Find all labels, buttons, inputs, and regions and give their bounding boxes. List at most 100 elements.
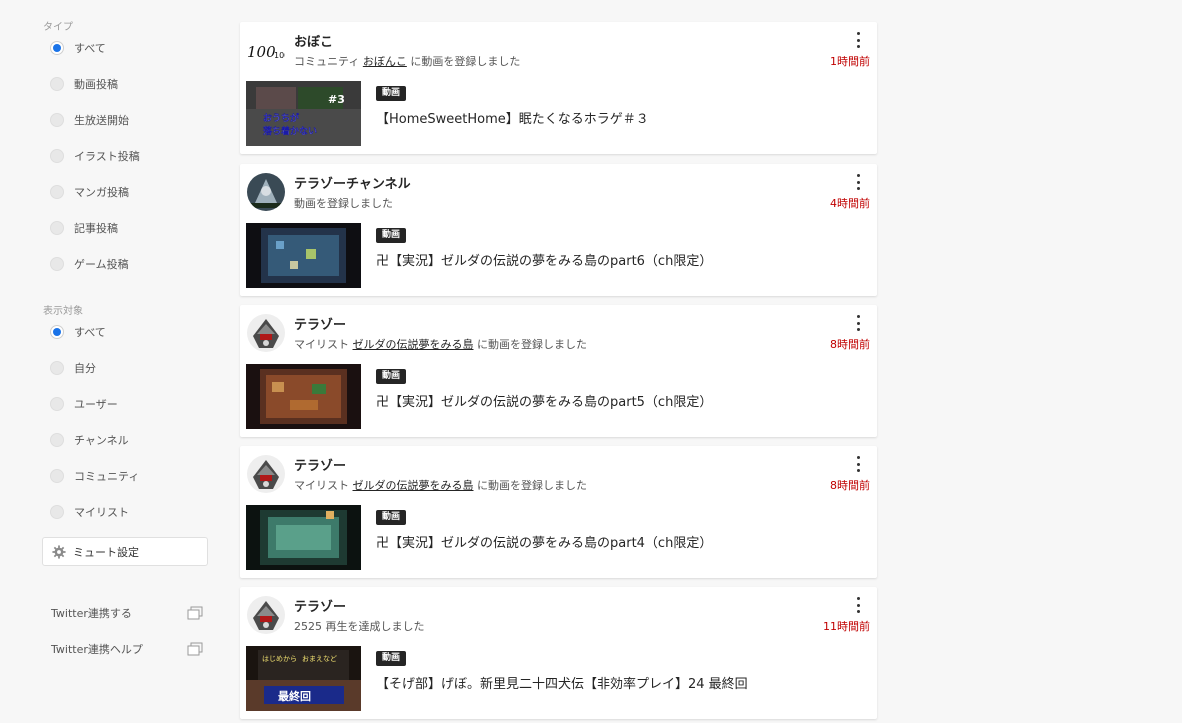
target-option-self[interactable]: 自分: [50, 356, 96, 380]
video-title[interactable]: 卍【実況】ゼルダの伝説の夢をみる島のpart4（ch限定）: [376, 532, 712, 551]
type-option-game[interactable]: ゲーム投稿: [50, 252, 129, 276]
radio-icon[interactable]: [50, 361, 64, 375]
feed-item: テラゾーチャンネル 動画を登録しました 4時間前 動画 卍【実況】ゼルダの伝説の…: [240, 164, 877, 296]
radio-icon[interactable]: [50, 433, 64, 447]
filter-sidebar: タイプ すべて 動画投稿 生放送開始 イラスト投稿 マンガ投稿 記事投稿 ゲーム…: [0, 0, 220, 723]
more-menu-icon[interactable]: [851, 174, 865, 190]
radio-icon[interactable]: [50, 505, 64, 519]
community-link[interactable]: おぼんこ: [363, 55, 407, 68]
radio-icon[interactable]: [50, 221, 64, 235]
radio-label: コミュニティ: [74, 470, 140, 483]
video-thumbnail[interactable]: [246, 505, 361, 570]
mylist-link[interactable]: ゼルダの伝説夢をみる島: [353, 338, 474, 351]
radio-label: すべて: [74, 326, 106, 339]
video-thumbnail[interactable]: [246, 223, 361, 288]
user-avatar-icon: [247, 314, 285, 352]
mute-settings-button[interactable]: ミュート設定: [42, 537, 208, 566]
avatar[interactable]: [247, 596, 285, 634]
activity-text: 動画を登録しました: [294, 195, 393, 211]
radio-icon[interactable]: [50, 113, 64, 127]
target-option-user[interactable]: ユーザー: [50, 392, 118, 416]
video-badge: 動画: [376, 86, 407, 101]
author-name[interactable]: テラゾー: [294, 455, 346, 474]
timestamp: 1時間前: [830, 55, 870, 68]
twitter-help-link[interactable]: Twitter連携ヘルプ: [51, 639, 203, 659]
more-menu-icon[interactable]: [851, 456, 865, 472]
video-badge: 動画: [376, 228, 407, 243]
type-option-live[interactable]: 生放送開始: [50, 108, 129, 132]
more-menu-icon[interactable]: [851, 597, 865, 613]
activity-text: マイリスト ゼルダの伝説夢をみる島 に動画を登録しました: [294, 477, 587, 493]
target-option-community[interactable]: コミュニティ: [50, 464, 139, 488]
timestamp: 8時間前: [830, 338, 870, 351]
video-title[interactable]: 【そげ部】げぼ。新里見二十四犬伝【非効率プレイ】24 最終回: [376, 673, 748, 692]
twitter-connect-link[interactable]: Twitter連携する: [51, 603, 203, 623]
video-thumbnail[interactable]: おうちが 落ち着かない #3: [246, 81, 361, 146]
radio-label: ゲーム投稿: [74, 258, 129, 271]
target-option-all[interactable]: すべて: [50, 320, 106, 344]
radio-label: 自分: [74, 362, 96, 375]
video-badge: 動画: [376, 651, 407, 666]
radio-icon[interactable]: [50, 469, 64, 483]
radio-label: チャンネル: [74, 434, 129, 447]
activity-suffix: 2525 再生を達成しました: [294, 620, 425, 633]
mute-settings-label: ミュート設定: [73, 545, 139, 559]
gear-icon: [52, 544, 66, 559]
author-name[interactable]: テラゾー: [294, 596, 346, 615]
svg-text:#3: #3: [328, 93, 345, 106]
radio-label: 生放送開始: [74, 114, 129, 127]
type-option-all[interactable]: すべて: [50, 36, 106, 60]
radio-icon[interactable]: [50, 149, 64, 163]
radio-icon[interactable]: [50, 185, 64, 199]
radio-icon[interactable]: [50, 257, 64, 271]
type-option-manga[interactable]: マンガ投稿: [50, 180, 129, 204]
author-name[interactable]: テラゾー: [294, 314, 346, 333]
radio-label: ユーザー: [74, 398, 118, 411]
mylist-link[interactable]: ゼルダの伝説夢をみる島: [353, 479, 474, 492]
target-option-mylist[interactable]: マイリスト: [50, 500, 129, 524]
radio-label: 動画投稿: [74, 78, 118, 91]
type-option-article[interactable]: 記事投稿: [50, 216, 118, 240]
radio-icon[interactable]: [50, 397, 64, 411]
activity-prefix: マイリスト: [294, 338, 349, 351]
video-thumbnail[interactable]: はじめから おまえなど 最終回: [246, 646, 361, 711]
activity-suffix: に動画を登録しました: [477, 479, 587, 492]
radio-checked-icon[interactable]: [50, 41, 64, 55]
radio-label: イラスト投稿: [74, 150, 140, 163]
activity-prefix: コミュニティ: [294, 55, 360, 68]
svg-text:最終回: 最終回: [278, 689, 311, 703]
target-option-channel[interactable]: チャンネル: [50, 428, 129, 452]
user-avatar-icon: [247, 596, 285, 634]
avatar[interactable]: [247, 314, 285, 352]
timestamp: 11時間前: [823, 620, 870, 633]
type-option-video[interactable]: 動画投稿: [50, 72, 118, 96]
video-title[interactable]: 卍【実況】ゼルダの伝説の夢をみる島のpart5（ch限定）: [376, 391, 712, 410]
radio-checked-icon[interactable]: [50, 325, 64, 339]
activity-text: マイリスト ゼルダの伝説夢をみる島 に動画を登録しました: [294, 336, 587, 352]
activity-suffix: に動画を登録しました: [477, 338, 587, 351]
radio-icon[interactable]: [50, 77, 64, 91]
type-option-illust[interactable]: イラスト投稿: [50, 144, 140, 168]
svg-text:はじめから: はじめから: [262, 655, 297, 663]
more-menu-icon[interactable]: [851, 315, 865, 331]
user-avatar-icon: [247, 455, 285, 493]
external-window-icon: [187, 642, 203, 656]
timestamp: 8時間前: [830, 479, 870, 492]
avatar[interactable]: 100 100円: [247, 31, 285, 69]
video-title[interactable]: 卍【実況】ゼルダの伝説の夢をみる島のpart6（ch限定）: [376, 250, 712, 269]
activity-suffix: に動画を登録しました: [410, 55, 521, 68]
avatar[interactable]: [247, 173, 285, 211]
video-title[interactable]: 【HomeSweetHome】眠たくなるホラゲ＃３: [376, 108, 649, 127]
activity-text: コミュニティ おぼんこ に動画を登録しました: [294, 53, 520, 69]
channel-avatar-icon: [247, 173, 285, 211]
avatar[interactable]: [247, 455, 285, 493]
external-window-icon: [187, 606, 203, 620]
video-thumbnail[interactable]: [246, 364, 361, 429]
svg-text:100円: 100円: [274, 51, 285, 60]
author-name[interactable]: おぼこ: [294, 31, 333, 50]
more-menu-icon[interactable]: [851, 32, 865, 48]
svg-text:おうちが: おうちが: [263, 112, 299, 124]
type-filter-label: タイプ: [43, 22, 73, 33]
author-name[interactable]: テラゾーチャンネル: [294, 173, 411, 192]
twitter-help-label: Twitter連携ヘルプ: [51, 643, 143, 656]
